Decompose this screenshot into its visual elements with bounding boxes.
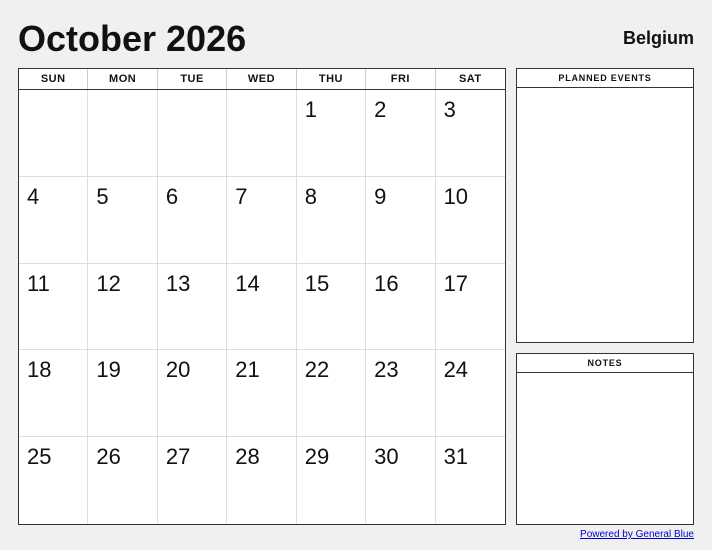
day-number: 15 xyxy=(305,272,359,296)
calendar-day-1: 1 xyxy=(297,90,366,177)
calendar-day-6: 6 xyxy=(158,177,227,264)
calendar-day-29: 29 xyxy=(297,437,366,524)
day-header-fri: FRI xyxy=(366,69,435,89)
day-header-sun: SUN xyxy=(19,69,88,89)
day-header-mon: MON xyxy=(88,69,157,89)
calendar-day-15: 15 xyxy=(297,264,366,351)
day-number: 6 xyxy=(166,185,220,209)
day-header-wed: WED xyxy=(227,69,296,89)
notes-content xyxy=(517,373,693,524)
planned-events-label: PLANNED EVENTS xyxy=(517,69,693,88)
day-number: 7 xyxy=(235,185,289,209)
calendar-day-25: 25 xyxy=(19,437,88,524)
powered-by-link[interactable]: Powered by General Blue xyxy=(580,529,694,540)
day-number: 28 xyxy=(235,445,289,469)
day-number: 27 xyxy=(166,445,220,469)
planned-events-content xyxy=(517,88,693,342)
day-number: 4 xyxy=(27,185,81,209)
calendar-day-13: 13 xyxy=(158,264,227,351)
calendar-day-16: 16 xyxy=(366,264,435,351)
day-number: 24 xyxy=(444,358,499,382)
page-title: October 2026 xyxy=(18,18,246,60)
calendar-day-12: 12 xyxy=(88,264,157,351)
calendar-grid: 1234567891011121314151617181920212223242… xyxy=(19,90,505,524)
calendar-page: October 2026 Belgium SUNMONTUEWEDTHUFRIS… xyxy=(0,0,712,550)
day-number: 17 xyxy=(444,272,499,296)
day-number: 31 xyxy=(444,445,499,469)
day-number: 3 xyxy=(444,98,499,122)
calendar-day-8: 8 xyxy=(297,177,366,264)
calendar-empty-cell xyxy=(227,90,296,177)
calendar-day-10: 10 xyxy=(436,177,505,264)
footer: Powered by General Blue xyxy=(18,529,694,540)
calendar-day-19: 19 xyxy=(88,350,157,437)
day-number: 16 xyxy=(374,272,428,296)
planned-events-box: PLANNED EVENTS xyxy=(516,68,694,343)
calendar-day-28: 28 xyxy=(227,437,296,524)
day-number: 26 xyxy=(96,445,150,469)
calendar-day-23: 23 xyxy=(366,350,435,437)
day-number: 13 xyxy=(166,272,220,296)
day-number: 21 xyxy=(235,358,289,382)
day-number: 10 xyxy=(444,185,499,209)
day-number: 23 xyxy=(374,358,428,382)
calendar-day-5: 5 xyxy=(88,177,157,264)
day-number: 19 xyxy=(96,358,150,382)
calendar-day-14: 14 xyxy=(227,264,296,351)
sidebar: PLANNED EVENTS NOTES xyxy=(516,68,694,525)
day-number: 11 xyxy=(27,272,81,296)
country-label: Belgium xyxy=(623,28,694,49)
calendar-day-7: 7 xyxy=(227,177,296,264)
day-number: 22 xyxy=(305,358,359,382)
day-number: 14 xyxy=(235,272,289,296)
calendar-day-3: 3 xyxy=(436,90,505,177)
day-header-tue: TUE xyxy=(158,69,227,89)
calendar-day-11: 11 xyxy=(19,264,88,351)
calendar-day-27: 27 xyxy=(158,437,227,524)
day-header-sat: SAT xyxy=(436,69,505,89)
calendar-empty-cell xyxy=(19,90,88,177)
calendar-section: SUNMONTUEWEDTHUFRISAT 123456789101112131… xyxy=(18,68,506,525)
day-number: 9 xyxy=(374,185,428,209)
calendar-empty-cell xyxy=(88,90,157,177)
notes-label: NOTES xyxy=(517,354,693,373)
calendar-day-22: 22 xyxy=(297,350,366,437)
calendar-day-4: 4 xyxy=(19,177,88,264)
calendar-day-26: 26 xyxy=(88,437,157,524)
calendar-day-21: 21 xyxy=(227,350,296,437)
header: October 2026 Belgium xyxy=(18,18,694,60)
calendar-day-18: 18 xyxy=(19,350,88,437)
main-area: SUNMONTUEWEDTHUFRISAT 123456789101112131… xyxy=(18,68,694,525)
day-number: 29 xyxy=(305,445,359,469)
calendar-empty-cell xyxy=(158,90,227,177)
calendar-day-2: 2 xyxy=(366,90,435,177)
calendar-day-17: 17 xyxy=(436,264,505,351)
day-number: 18 xyxy=(27,358,81,382)
day-number: 12 xyxy=(96,272,150,296)
calendar-day-9: 9 xyxy=(366,177,435,264)
notes-box: NOTES xyxy=(516,353,694,525)
calendar-day-31: 31 xyxy=(436,437,505,524)
day-number: 8 xyxy=(305,185,359,209)
day-number: 25 xyxy=(27,445,81,469)
day-header-thu: THU xyxy=(297,69,366,89)
day-number: 5 xyxy=(96,185,150,209)
calendar-day-20: 20 xyxy=(158,350,227,437)
day-number: 2 xyxy=(374,98,428,122)
calendar-day-30: 30 xyxy=(366,437,435,524)
day-number: 30 xyxy=(374,445,428,469)
day-number: 1 xyxy=(305,98,359,122)
day-headers: SUNMONTUEWEDTHUFRISAT xyxy=(19,69,505,90)
day-number: 20 xyxy=(166,358,220,382)
calendar-day-24: 24 xyxy=(436,350,505,437)
